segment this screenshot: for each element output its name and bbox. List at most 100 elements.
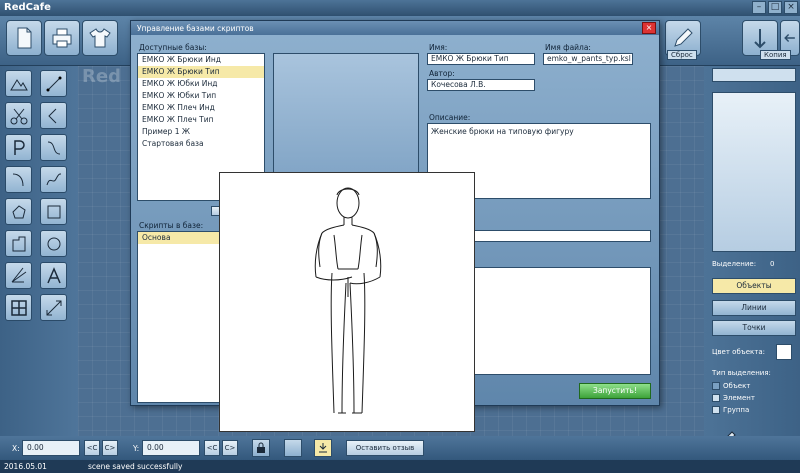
y-next-button[interactable]: C> <box>222 440 238 456</box>
tool-rectangle[interactable] <box>40 198 67 225</box>
copy-label[interactable]: Копия <box>760 50 791 60</box>
new-document-button[interactable] <box>6 20 42 56</box>
seltype-object-checkbox[interactable] <box>712 382 720 390</box>
objects-button[interactable]: Объекты <box>712 278 796 294</box>
fan-icon <box>11 267 26 282</box>
tool-curve[interactable] <box>40 134 67 161</box>
garment-button[interactable] <box>82 20 118 56</box>
seltype-object-label: Объект <box>723 382 751 390</box>
arrows-icon <box>754 29 766 49</box>
x-next-button[interactable]: C> <box>102 440 118 456</box>
status-date: 2016.05.01 <box>4 462 47 471</box>
reset-label[interactable]: Сброс <box>667 50 697 60</box>
feedback-button[interactable]: Оставить отзыв <box>346 440 424 456</box>
close-window-button[interactable]: × <box>784 1 798 14</box>
pencil-icon <box>674 28 693 47</box>
description-label: Описание: <box>429 113 471 122</box>
coordinates-bar: X: 0.00 <C C> Y: 0.00 <C C> Оставить отз… <box>0 436 800 460</box>
base-item[interactable]: ЕМКО Ж Плеч Инд <box>138 102 264 114</box>
y-coordinate-input[interactable]: 0.00 <box>142 440 200 456</box>
y-label: Y: <box>133 444 140 453</box>
female-figure-illustration <box>314 187 382 414</box>
seltype-object[interactable]: Объект <box>712 382 750 390</box>
filename-field[interactable]: emko_w_pants_typ.ksl <box>543 53 633 65</box>
text-a-icon <box>46 266 61 283</box>
grid-icon <box>10 299 27 316</box>
x-label: X: <box>12 444 20 453</box>
tool-line[interactable] <box>40 70 67 97</box>
spline-icon <box>46 172 61 185</box>
tool-angle[interactable] <box>40 102 67 129</box>
properties-panel: Выделение: 0 Объекты Линии Точки Цвет об… <box>704 66 800 446</box>
base-item[interactable]: Стартовая база <box>138 138 264 150</box>
x-coordinate-input[interactable]: 0.00 <box>22 440 80 456</box>
window-controls: – □ × <box>752 1 798 14</box>
author-label: Автор: <box>429 69 455 78</box>
object-color-swatch[interactable] <box>776 344 792 360</box>
tool-polygon[interactable] <box>5 230 32 257</box>
lock-button[interactable] <box>252 439 270 457</box>
tool-mountain[interactable] <box>5 70 32 97</box>
y-prev-button[interactable]: <C <box>204 440 220 456</box>
seltype-element[interactable]: Элемент <box>712 394 755 402</box>
tool-fan[interactable] <box>5 262 32 289</box>
base-preview-pane <box>273 53 419 187</box>
scripts-in-base-label: Скрипты в базе: <box>139 221 204 230</box>
tool-grid[interactable] <box>5 294 32 321</box>
seltype-group[interactable]: Группа <box>712 406 749 414</box>
figure-preview <box>219 172 475 432</box>
minimize-button[interactable]: – <box>752 1 766 14</box>
name-field[interactable]: ЕМКО Ж Брюки Тип <box>427 53 535 65</box>
dialog-close-button[interactable]: × <box>642 22 656 34</box>
status-bar: 2016.05.01 scene saved successfully <box>0 460 800 473</box>
scissors-icon <box>10 108 27 124</box>
tool-palette <box>0 66 78 436</box>
objects-list[interactable] <box>712 92 796 252</box>
tool-spline[interactable] <box>40 166 67 193</box>
arrow-left-icon <box>784 34 795 42</box>
snap-button[interactable] <box>314 439 332 457</box>
base-item[interactable]: ЕМКО Ж Юбки Инд <box>138 78 264 90</box>
seltype-element-label: Элемент <box>723 394 755 402</box>
base-item[interactable]: ЕМКО Ж Плеч Тип <box>138 114 264 126</box>
x-prev-button[interactable]: <C <box>84 440 100 456</box>
name-label: Имя: <box>429 43 448 52</box>
tshirt-icon <box>89 28 111 48</box>
seltype-group-checkbox[interactable] <box>712 406 720 414</box>
object-color-label: Цвет объекта: <box>712 348 765 356</box>
seltype-element-checkbox[interactable] <box>712 394 720 402</box>
base-item[interactable]: ЕМКО Ж Юбки Тип <box>138 90 264 102</box>
mountain-icon <box>9 78 28 90</box>
blank-tool-button[interactable] <box>284 439 302 457</box>
maximize-button[interactable]: □ <box>768 1 782 14</box>
lines-button[interactable]: Линии <box>712 300 796 316</box>
printer-icon <box>52 28 72 48</box>
status-message: scene saved successfully <box>88 462 183 471</box>
rectangle-icon <box>47 205 60 218</box>
lock-icon <box>257 442 265 453</box>
tool-arc[interactable] <box>5 166 32 193</box>
tool-text[interactable] <box>40 262 67 289</box>
available-bases-label: Доступные базы: <box>139 43 207 52</box>
tool-circle[interactable] <box>40 230 67 257</box>
print-button[interactable] <box>44 20 80 56</box>
piece-icon <box>11 204 26 218</box>
tool-scissors[interactable] <box>5 102 32 129</box>
tool-point[interactable] <box>5 134 32 161</box>
points-button[interactable]: Точки <box>712 320 796 336</box>
measure-icon <box>46 300 61 315</box>
panel-top-field[interactable] <box>712 68 796 82</box>
title-bar: RedCafe – □ × <box>0 0 800 16</box>
selection-type-label: Тип выделения: <box>712 369 771 377</box>
base-item[interactable]: ЕМКО Ж Брюки Инд <box>138 54 264 66</box>
base-item[interactable]: Пример 1 Ж <box>138 126 264 138</box>
tool-pattern-piece[interactable] <box>5 198 32 225</box>
base-item[interactable]: ЕМКО Ж Брюки Тип <box>138 66 264 78</box>
tool-measure[interactable] <box>40 294 67 321</box>
author-field[interactable]: Кочесова Л.В. <box>427 79 535 91</box>
arc-icon <box>12 173 23 186</box>
seltype-group-label: Группа <box>723 406 750 414</box>
circle-icon <box>47 237 60 250</box>
workspace-watermark: Red <box>82 66 121 87</box>
run-button[interactable]: Запустить! <box>579 383 651 399</box>
